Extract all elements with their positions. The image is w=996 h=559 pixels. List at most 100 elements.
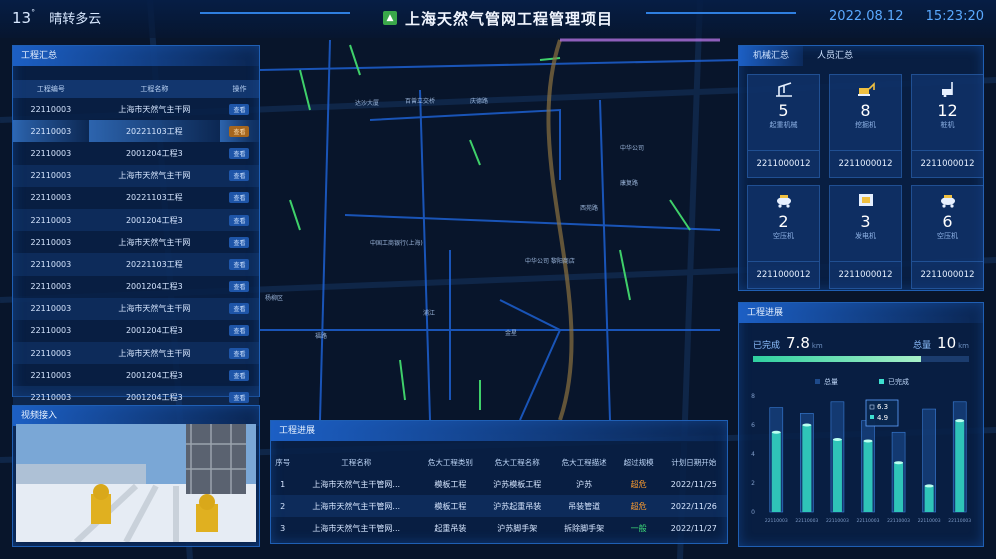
table-row[interactable]: 22110003 上海市天然气主干网 查看 (13, 231, 259, 253)
bar-done-cap (894, 461, 904, 465)
table-row[interactable]: 1 上海市天然气主干管网... 模板工程 沪苏模板工程 沪苏 超危 2022/1… (271, 473, 727, 495)
map-label: 杨柳区 (265, 294, 283, 302)
machine-card[interactable]: 5 起重机械 2211000012 (747, 74, 820, 178)
hazard-description: 拆除脚手架 (564, 523, 605, 533)
view-button[interactable]: 查看 (229, 214, 250, 226)
project-name: 上海市天然气主干网 (118, 104, 191, 114)
project-id: 22110003 (30, 282, 72, 292)
map-label: 中国工商银行(上海) (370, 239, 423, 247)
panel-title: 视频接入 (13, 406, 259, 426)
machine-card[interactable]: 2 空压机 2211000012 (747, 185, 820, 289)
table-row[interactable]: 22110003 上海市天然气主干网 查看 (13, 297, 259, 320)
view-button[interactable]: 查看 (229, 369, 250, 381)
view-button[interactable]: 查看 (229, 258, 250, 270)
table-row[interactable]: 22110003 2001204工程3 查看 (13, 276, 259, 298)
view-button[interactable]: 查看 (229, 392, 250, 404)
bar-done[interactable] (924, 485, 934, 512)
project-name: 上海市天然气主干网 (88, 297, 220, 320)
project-id: 22110003 (30, 193, 72, 203)
column-header: 序号 (275, 457, 291, 467)
done-unit: km (811, 342, 823, 350)
x-tick-label: 22110003 (948, 518, 971, 524)
view-button[interactable]: 查看 (229, 103, 250, 115)
project-summary-panel: 工程汇总 工程编号 工程名称 操作 22110003 上海市天然气主干网 查看 22110… (12, 45, 260, 409)
table-row[interactable]: 22110003 20221103工程 查看 (13, 253, 259, 276)
project-name: 上海市天然气主干网 (118, 237, 191, 247)
generator-icon (858, 194, 873, 206)
hazard-name: 沪苏模板工程 (493, 479, 542, 489)
bar-done[interactable] (832, 439, 842, 513)
bar-done[interactable] (771, 432, 781, 512)
column-header: 超过规模 (623, 457, 654, 467)
map-label: 中华公司 黎阳商店 (525, 257, 575, 265)
bar-done[interactable] (955, 420, 965, 512)
machine-card[interactable]: 3 发电机 2211000012 (829, 185, 902, 289)
column-header: 危大工程名称 (494, 457, 540, 467)
bar-done-cap (863, 439, 873, 443)
legend-label: 已完成 (888, 377, 909, 386)
view-button[interactable]: 查看 (229, 147, 250, 159)
view-button[interactable]: 查看 (229, 281, 250, 293)
project-id: 22110003 (30, 148, 72, 158)
map-label: 福路 (315, 332, 327, 340)
table-row[interactable]: 3 上海市天然气主干管网... 起重吊装 沪苏脚手架 拆除脚手架 一般 2022… (271, 517, 727, 539)
project-id: 22110003 (13, 208, 89, 232)
project-id: 22110003 (30, 326, 72, 336)
map-label: 百曾立交桥 (405, 97, 435, 105)
table-row[interactable]: 22110003 上海市天然气主干网 查看 (13, 98, 259, 120)
x-tick-label: 22110003 (826, 518, 849, 524)
view-button[interactable]: 查看 (229, 347, 250, 359)
tab-machine-summary[interactable]: 机械汇总 (739, 46, 804, 66)
column-header: 危大工程描述 (561, 457, 607, 467)
table-row[interactable]: 22110003 上海市天然气主干网 查看 (13, 342, 259, 365)
plan-start-date: 2022/11/26 (660, 495, 727, 517)
row-number: 2 (271, 495, 295, 517)
table-row[interactable]: 22110003 20221103工程 查看 (13, 120, 259, 143)
view-button[interactable]: 查看 (229, 303, 250, 315)
view-button[interactable]: 查看 (229, 236, 250, 248)
project-id: 22110003 (30, 104, 72, 114)
view-button[interactable]: 查看 (229, 325, 250, 337)
view-button[interactable]: 查看 (229, 192, 250, 204)
table-row[interactable]: 22110003 2001204工程3 查看 (13, 208, 259, 232)
column-header: 危大工程类别 (427, 457, 473, 467)
table-row[interactable]: 22110003 20221103工程 查看 (13, 187, 259, 209)
weather-text: 晴转多云 (49, 12, 102, 27)
done-value: 7.8 (786, 334, 810, 352)
legend-label: 总量 (824, 377, 838, 386)
bar-done[interactable] (863, 440, 873, 512)
tab-staff-summary[interactable]: 人员汇总 (803, 46, 867, 66)
compressor-icon (940, 195, 955, 208)
video-feed[interactable] (16, 424, 256, 542)
pile-driver-icon (941, 82, 953, 97)
hazard-category: 模板工程 (434, 479, 467, 489)
table-row[interactable]: 2 上海市天然气主干管网... 模板工程 沪苏起重吊装 吊装管道 超危 2022… (271, 495, 727, 517)
machine-card[interactable]: 8 挖掘机 2211000012 (829, 74, 902, 178)
project-name: 上海市天然气主干网 (88, 342, 220, 365)
bar-done[interactable] (802, 425, 812, 512)
map-label: 达沙大厦 (355, 99, 379, 107)
table-row[interactable]: 22110003 上海市天然气主干网 查看 (13, 164, 259, 187)
bar-done[interactable] (894, 462, 904, 512)
scale-status: 超危 (630, 479, 647, 489)
table-row[interactable]: 22110003 2001204工程3 查看 (13, 320, 259, 342)
top-bar: 13° 晴转多云 ▲ 上海天然气管网工程管理项目 2022.08.12 15:2… (0, 0, 996, 38)
table-row[interactable]: 22110003 2001204工程3 查看 (13, 364, 259, 386)
done-label: 已完成 (753, 341, 781, 351)
date-text: 2022.08.12 (829, 9, 904, 24)
datetime: 2022.08.12 15:23:20 (811, 9, 984, 24)
y-tick-label: 0 (751, 509, 755, 516)
view-button[interactable]: 查看 (229, 125, 250, 137)
machine-card[interactable]: 6 空压机 2211000012 (911, 185, 984, 289)
row-number: 3 (280, 523, 286, 533)
x-tick-label: 22110003 (887, 518, 910, 524)
view-button[interactable]: 查看 (229, 170, 250, 182)
x-tick-label: 22110003 (795, 518, 818, 524)
project-id: 22110003 (13, 297, 89, 320)
hazard-description: 吊装管道 (551, 495, 617, 517)
machine-card[interactable]: 12 桩机 2211000012 (911, 74, 984, 178)
bar-done-cap (771, 430, 781, 434)
project-name: 2001204工程3 (88, 208, 220, 232)
x-tick-label: 22110003 (765, 518, 788, 524)
table-row[interactable]: 22110003 2001204工程3 查看 (13, 142, 259, 164)
